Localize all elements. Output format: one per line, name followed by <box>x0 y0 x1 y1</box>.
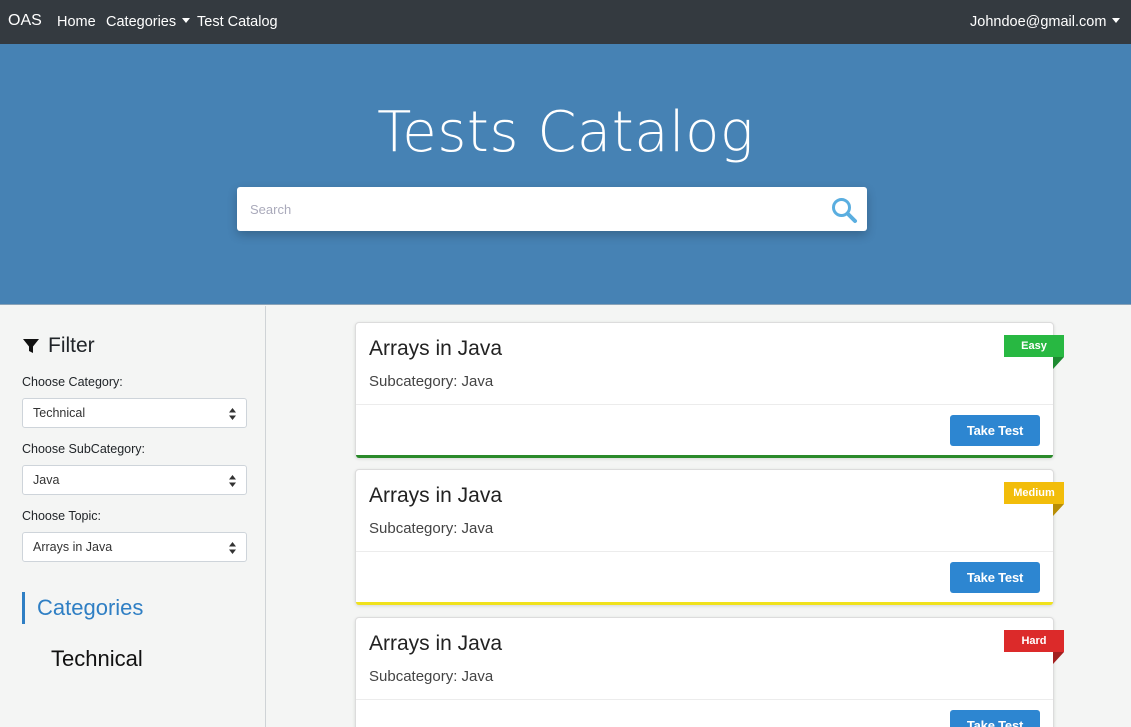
test-card: Arrays in Java Subcategory: Java Medium … <box>355 469 1064 605</box>
test-subcategory: Subcategory: Java <box>369 520 494 537</box>
difficulty-badge: Easy <box>1004 335 1064 357</box>
nav-home[interactable]: Home <box>57 14 96 30</box>
filter-heading: Filter <box>22 334 95 358</box>
card-divider <box>356 699 1053 700</box>
nav-test-catalog[interactable]: Test Catalog <box>197 14 278 30</box>
category-label: Choose Category: <box>22 375 123 389</box>
test-title: Arrays in Java <box>369 337 503 360</box>
nav-categories-dropdown[interactable]: Categories <box>106 14 191 30</box>
difficulty-badge: Hard <box>1004 630 1064 652</box>
category-item-technical[interactable]: Technical <box>51 646 143 672</box>
categories-heading: Categories <box>22 592 143 624</box>
test-card: Arrays in Java Subcategory: Java Hard Ta… <box>355 617 1064 727</box>
difficulty-bottom-border <box>356 602 1053 605</box>
ribbon-fold <box>1053 504 1064 516</box>
user-menu-dropdown[interactable]: Johndoe@gmail.com <box>970 14 1121 30</box>
ribbon-fold <box>1053 357 1064 369</box>
category-select-value: Technical <box>33 406 86 420</box>
test-subcategory: Subcategory: Java <box>369 373 494 390</box>
page-title: Tests Catalog <box>377 100 754 165</box>
test-title: Arrays in Java <box>369 484 503 507</box>
select-arrows-icon <box>229 475 236 487</box>
select-arrows-icon <box>229 408 236 420</box>
hero-banner: Tests Catalog <box>0 44 1131 305</box>
test-title: Arrays in Java <box>369 632 503 655</box>
search-bar <box>237 187 867 231</box>
filter-heading-label: Filter <box>48 334 95 357</box>
difficulty-bottom-border <box>356 455 1053 458</box>
subcategory-label: Choose SubCategory: <box>22 442 145 456</box>
test-subcategory: Subcategory: Java <box>369 668 494 685</box>
subcategory-select-value: Java <box>33 473 60 487</box>
nav-categories-label: Categories <box>106 14 177 30</box>
take-test-button[interactable]: Take Test <box>950 562 1040 593</box>
subcategory-select[interactable]: Java <box>22 465 247 495</box>
topic-select[interactable]: Arrays in Java <box>22 532 247 562</box>
user-email: Johndoe@gmail.com <box>970 14 1107 30</box>
card-divider <box>356 404 1053 405</box>
chevron-down-icon <box>182 18 191 23</box>
chevron-down-icon <box>1112 18 1121 23</box>
brand-logo[interactable]: OAS <box>8 12 42 30</box>
search-icon[interactable] <box>830 196 858 224</box>
topic-label: Choose Topic: <box>22 509 101 523</box>
category-select[interactable]: Technical <box>22 398 247 428</box>
filter-icon <box>23 339 39 353</box>
take-test-button[interactable]: Take Test <box>950 710 1040 727</box>
test-card: Arrays in Java Subcategory: Java Easy Ta… <box>355 322 1064 458</box>
search-input[interactable] <box>237 187 817 231</box>
difficulty-badge: Medium <box>1004 482 1064 504</box>
take-test-button[interactable]: Take Test <box>950 415 1040 446</box>
card-divider <box>356 551 1053 552</box>
topic-select-value: Arrays in Java <box>33 540 113 554</box>
top-navbar: OAS Home Categories Test Catalog Johndoe… <box>0 0 1131 44</box>
filter-sidebar: Filter Choose Category: Technical Choose… <box>0 306 266 727</box>
select-arrows-icon <box>229 542 236 554</box>
ribbon-fold <box>1053 652 1064 664</box>
